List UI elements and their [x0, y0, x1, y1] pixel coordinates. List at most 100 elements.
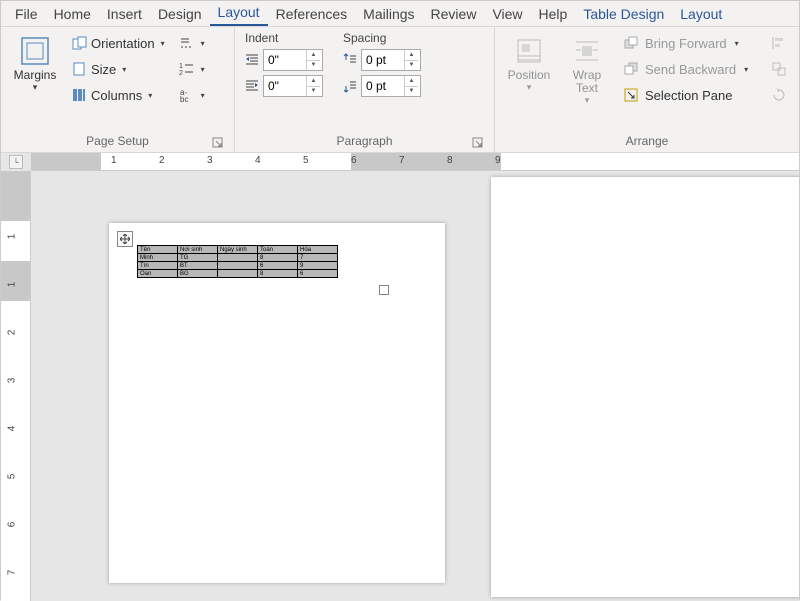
table-header-cell[interactable]: Nơi sinh: [178, 246, 218, 254]
chevron-down-icon: ▾: [527, 82, 532, 93]
table-move-handle[interactable]: [117, 231, 133, 247]
align-icon: [771, 35, 787, 51]
ruler-number: 9: [495, 155, 501, 166]
table-resize-handle[interactable]: [379, 285, 389, 295]
spin-down[interactable]: ▼: [307, 61, 320, 71]
hyphenation-icon: a-bc: [179, 87, 195, 103]
size-label: Size: [91, 62, 116, 77]
table-cell[interactable]: 6: [298, 270, 338, 278]
table-header-cell[interactable]: Tên: [138, 246, 178, 254]
spin-down[interactable]: ▼: [405, 61, 418, 71]
chevron-down-icon: ▾: [585, 95, 590, 106]
ruler-number: 4: [6, 426, 17, 432]
selection-pane-button[interactable]: Selection Pane: [619, 83, 759, 107]
table-cell[interactable]: [218, 262, 258, 270]
hyphenation-button[interactable]: a-bc ▾: [175, 83, 203, 107]
table-header-cell[interactable]: Toán: [258, 246, 298, 254]
group-label-arrange: Arrange: [503, 132, 791, 152]
spin-up[interactable]: ▲: [405, 76, 418, 87]
align-button: [767, 31, 789, 55]
size-icon: [71, 61, 87, 77]
table-cell[interactable]: BG: [178, 270, 218, 278]
tab-design[interactable]: Design: [150, 3, 210, 26]
tab-table-design[interactable]: Table Design: [575, 3, 672, 26]
columns-button[interactable]: Columns ▾: [67, 83, 169, 107]
indent-left-icon: [243, 51, 261, 69]
tab-layout[interactable]: Layout: [210, 1, 268, 26]
table-header-cell[interactable]: Ngày sinh: [218, 246, 258, 254]
chevron-down-icon: ▾: [122, 65, 126, 74]
indent-right-spinner[interactable]: ▲▼: [263, 75, 323, 97]
position-label: Position: [508, 69, 551, 82]
ruler-number: 4: [255, 155, 261, 166]
orientation-button[interactable]: Orientation ▾: [67, 31, 169, 55]
chevron-down-icon: ▾: [744, 65, 748, 74]
table-cell[interactable]: Minh: [138, 254, 178, 262]
dialog-launcher-paragraph[interactable]: [472, 137, 484, 149]
wrap-text-label: WrapText: [573, 69, 601, 95]
indent-left-input[interactable]: [264, 50, 306, 70]
tab-home[interactable]: Home: [46, 3, 99, 26]
ruler-number: 7: [6, 570, 17, 576]
spin-up[interactable]: ▲: [307, 50, 320, 61]
tab-file[interactable]: File: [7, 3, 46, 26]
line-numbers-button[interactable]: 12 ▾: [175, 57, 203, 81]
spacing-before-input[interactable]: [362, 50, 404, 70]
group-label-page-setup: Page Setup: [9, 132, 226, 152]
orientation-label: Orientation: [91, 36, 155, 51]
position-icon: [513, 35, 545, 67]
indent-right-input[interactable]: [264, 76, 306, 96]
ruler-number: 3: [207, 155, 213, 166]
spin-up[interactable]: ▲: [405, 50, 418, 61]
margins-button[interactable]: Margins ▾: [9, 31, 61, 107]
spin-down[interactable]: ▼: [405, 87, 418, 97]
bring-forward-label: Bring Forward: [645, 36, 727, 51]
dialog-launcher-page-setup[interactable]: [212, 137, 224, 149]
tab-view[interactable]: View: [484, 3, 530, 26]
table-cell[interactable]: 6: [258, 262, 298, 270]
tab-table-layout[interactable]: Layout: [672, 3, 730, 26]
group-objects-button: [767, 57, 789, 81]
rotate-button: [767, 83, 789, 107]
position-button: Position ▾: [503, 31, 555, 107]
table-cell[interactable]: [218, 270, 258, 278]
document-canvas[interactable]: TênNơi sinhNgày sinhToánHóa MinhTG 87 TínBT…: [31, 171, 799, 601]
bring-forward-button: Bring Forward ▾: [619, 31, 759, 55]
tab-references[interactable]: References: [268, 3, 356, 26]
spin-down[interactable]: ▼: [307, 87, 320, 97]
group-icon: [771, 61, 787, 77]
table-cell[interactable]: 8: [258, 270, 298, 278]
tab-review[interactable]: Review: [423, 3, 485, 26]
spin-up[interactable]: ▲: [307, 76, 320, 87]
table-cell[interactable]: 9: [298, 262, 338, 270]
send-backward-label: Send Backward: [645, 62, 736, 77]
indent-left-spinner[interactable]: ▲▼: [263, 49, 323, 71]
group-page-setup: Margins ▾ Orientation ▾ Size ▾: [1, 27, 235, 152]
tab-mailings[interactable]: Mailings: [355, 3, 422, 26]
tab-help[interactable]: Help: [531, 3, 576, 26]
table-cell[interactable]: Oan: [138, 270, 178, 278]
table-header-cell[interactable]: Hóa: [298, 246, 338, 254]
document-table[interactable]: TênNơi sinhNgày sinhToánHóa MinhTG 87 TínBT…: [137, 245, 338, 278]
send-backward-button: Send Backward ▾: [619, 57, 759, 81]
breaks-button[interactable]: ▾: [175, 31, 203, 55]
ruler-horizontal[interactable]: └ 123456789: [31, 153, 799, 171]
svg-text:bc: bc: [180, 95, 188, 103]
tab-insert[interactable]: Insert: [99, 3, 150, 26]
table-cell[interactable]: 8: [258, 254, 298, 262]
ruler-number: 1: [6, 282, 17, 288]
table-cell[interactable]: TG: [178, 254, 218, 262]
ruler-number: 6: [6, 522, 17, 528]
spacing-after-input[interactable]: [362, 76, 404, 96]
table-cell[interactable]: BT: [178, 262, 218, 270]
spacing-after-spinner[interactable]: ▲▼: [361, 75, 421, 97]
group-paragraph: Indent ▲▼ ▲▼: [235, 27, 495, 152]
ruler-vertical[interactable]: 11234567: [1, 171, 31, 601]
tab-selector[interactable]: └: [9, 155, 23, 169]
wrap-text-button: WrapText ▾: [561, 31, 613, 107]
table-cell[interactable]: [218, 254, 258, 262]
spacing-before-spinner[interactable]: ▲▼: [361, 49, 421, 71]
table-cell[interactable]: Tín: [138, 262, 178, 270]
table-cell[interactable]: 7: [298, 254, 338, 262]
size-button[interactable]: Size ▾: [67, 57, 169, 81]
